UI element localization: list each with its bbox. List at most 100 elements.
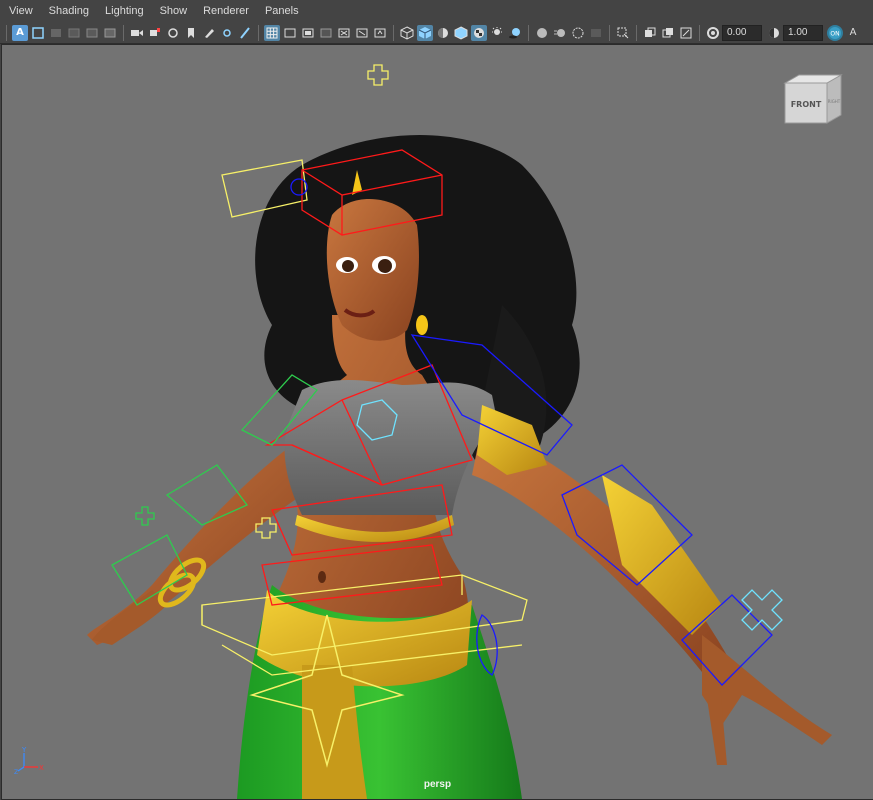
camera-flag-button[interactable] [147,25,163,41]
screen-space-ao-button[interactable] [534,25,550,41]
menu-lighting[interactable]: Lighting [96,5,151,17]
wireframe-on-shaded-icon [454,25,468,40]
menu-view[interactable]: View [0,5,40,17]
resolution-gate-icon [168,27,178,38]
xray-button[interactable] [642,25,658,41]
checker-texture-icon [474,27,484,38]
toolbar-end-label: A [849,27,857,38]
toolbar-separator [636,24,637,41]
pan-zoom-icon [86,28,98,37]
resolution-gate-button[interactable] [165,25,181,41]
menu-show[interactable]: Show [151,5,195,17]
menu-panels[interactable]: Panels [256,5,306,17]
gamma-button[interactable] [766,25,782,41]
xray-icon [645,27,656,37]
field-chart-icon [284,28,296,37]
panel-toolbar: A 0.00 1.00 ON A [0,22,873,44]
paint-icon [223,28,231,37]
exposure-button[interactable] [705,25,721,41]
toolbar-separator [609,24,610,41]
camera-attributes-button[interactable] [30,25,46,41]
depth-of-field-button[interactable] [588,25,604,41]
image-plane-button[interactable] [66,25,82,41]
grid-toggle-button[interactable] [264,24,280,41]
depth-of-field-icon [591,28,601,37]
anti-aliasing-icon [572,27,584,38]
axis-y-label: Y [21,746,27,754]
shadows-button[interactable] [507,25,523,41]
toolbar-end-button[interactable]: A [845,25,861,41]
toolbar-separator [258,24,259,41]
wireframe-on-shaded-button[interactable] [453,25,469,41]
bookmark-button[interactable] [183,25,199,41]
xray-joints-icon [680,27,692,38]
safe-title-button[interactable] [336,25,352,41]
select-camera-button[interactable]: A [12,24,28,41]
film-gate-button[interactable] [129,25,145,41]
camera-badge-icon: A [16,27,24,38]
bookmark-icon [188,27,194,38]
safe-action-button[interactable] [300,25,316,41]
gamma-field[interactable]: 1.00 [783,24,823,41]
camera-attributes-icon [32,26,44,39]
motion-blur-icon [554,28,565,37]
camera-flag-icon [150,27,160,36]
view-cube-front-label: FRONT [791,100,822,109]
grease-pencil-button[interactable] [102,25,118,41]
shadow-sphere-icon [509,27,520,38]
color-management-button[interactable]: ON [827,24,843,41]
menu-renderer[interactable]: Renderer [194,5,256,17]
toolbar-separator [699,24,700,41]
toolbar-separator [393,24,394,41]
anti-aliasing-button[interactable] [570,25,586,41]
brush-tool-button[interactable] [237,25,253,41]
2d-pan-zoom-button[interactable] [84,25,100,41]
xray-active-icon [662,27,673,37]
film-origin-button[interactable] [354,25,370,41]
toolbar-grip [6,24,7,41]
pen-tool-button[interactable] [201,25,217,41]
safe-action-icon [302,28,314,37]
field-chart-button[interactable] [282,25,298,41]
safe-title-icon [338,28,350,37]
bookmarks-button[interactable] [48,25,64,41]
perspective-viewport[interactable]: FRONT RIGHT Y X Z persp [1,44,873,800]
ao-sphere-icon [537,27,547,38]
svg-text:ON: ON [830,30,839,37]
grease-pencil-icon [104,28,116,37]
xray-active-button[interactable] [660,25,676,41]
default-material-icon [438,27,448,38]
camera-name-label: persp [423,779,452,790]
view-cube[interactable]: FRONT RIGHT [783,73,847,129]
film-camera-icon [131,29,143,36]
light-bulb-icon [492,26,502,35]
smooth-shade-button[interactable] [417,24,433,41]
default-material-button[interactable] [435,25,451,41]
image-plane-icon [68,28,80,37]
toolbar-separator [123,24,124,41]
scene-canvas[interactable] [2,45,873,799]
film-pivot-button[interactable] [372,25,388,41]
wireframe-cube-icon [400,25,414,40]
xray-joints-button[interactable] [678,25,694,41]
gate-mask-button[interactable] [318,25,334,41]
use-all-lights-button[interactable] [489,25,505,41]
textured-button[interactable] [471,24,487,41]
color-management-icon: ON [829,26,841,39]
maya-viewport-window: View Shading Lighting Show Renderer Pane… [0,0,873,800]
axis-x-label: X [39,764,44,772]
motion-blur-button[interactable] [552,25,568,41]
isolate-select-button[interactable] [615,25,631,41]
exposure-field[interactable]: 0.00 [722,24,762,41]
panel-menu-bar: View Shading Lighting Show Renderer Pane… [0,0,873,23]
brush-icon [240,26,250,39]
smooth-shade-cube-icon [418,26,432,39]
bookmarks-icon [51,28,61,37]
gate-mask-icon [320,28,332,37]
gamma-icon [769,27,779,38]
pen-icon [205,28,214,38]
menu-shading[interactable]: Shading [40,5,96,17]
wireframe-button[interactable] [399,25,415,41]
isolate-select-icon [617,27,629,38]
paint-tool-button[interactable] [219,25,235,41]
